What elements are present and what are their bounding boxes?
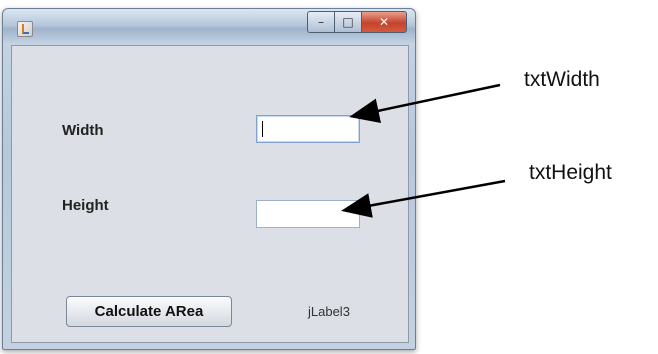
txtheight-callout: txtHeight (529, 161, 612, 184)
txtwidth-callout: txtWidth (524, 68, 600, 91)
height-arrow (341, 179, 506, 218)
width-arrow (349, 83, 501, 124)
